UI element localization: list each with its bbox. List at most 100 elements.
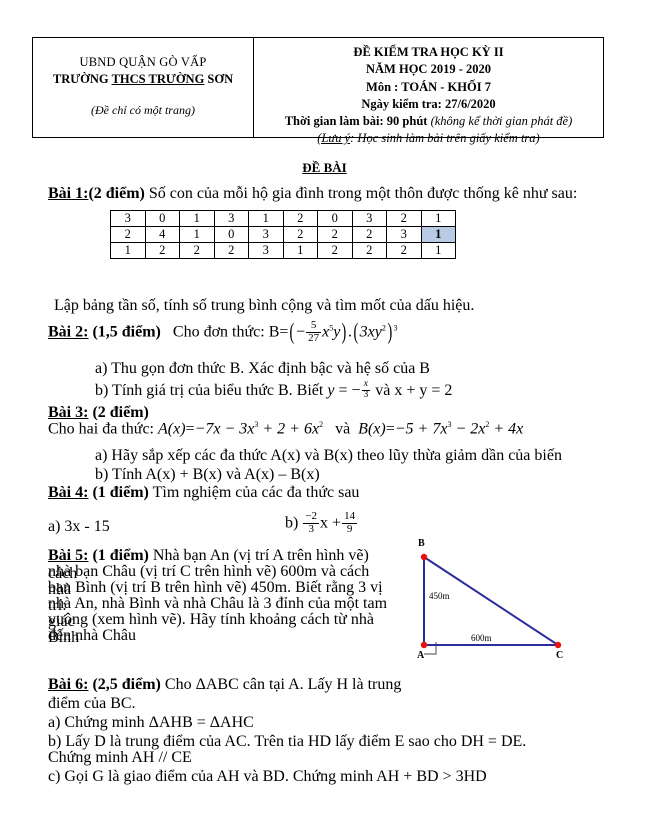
exam-header-box: UBND QUẬN GÒ VẤP TRƯỜNG THCS TRƯỜNG SƠN …	[32, 37, 604, 145]
header-school-underlined: THCS TRƯỜNG	[111, 71, 205, 86]
problem-4-b-label: b)	[285, 514, 299, 532]
problem-1-label-text: Bài 1:	[48, 185, 89, 202]
problem-4-text: Tìm nghiệm của các đa thức sau	[152, 484, 360, 501]
problem-6-part-a: a) Chứng minh ΔAHB = ΔAHC	[48, 714, 254, 731]
table-cell: 2	[213, 242, 249, 259]
right-paren: )	[341, 319, 347, 344]
problem-4-b-fraction-1: −2 3	[303, 510, 320, 536]
header-school-name: TRƯỜNG THCS TRƯỜNG SƠN	[33, 71, 253, 88]
problem-2-minus: −	[296, 323, 306, 341]
problem-3-intro: Cho hai đa thức:	[48, 420, 154, 438]
header-subject-grade: Môn : TOÁN - KHỐI 7	[366, 79, 491, 94]
table-cell: 1	[179, 210, 215, 227]
problem-6-part-b-cont: Chứng minh AH // CE	[48, 749, 192, 766]
table-cell-selected[interactable]: 1	[420, 226, 456, 243]
right-paren-2: )	[387, 319, 393, 344]
left-paren-2: (	[353, 319, 359, 344]
factor-term: 3xy	[359, 323, 382, 341]
table-cell: 2	[386, 242, 422, 259]
problem-2-intro: Cho đơn thức: B	[172, 323, 280, 341]
table-cell: 1	[179, 226, 215, 243]
table-cell: 2	[386, 210, 422, 227]
table-cell: 2	[282, 210, 318, 227]
table-cell: 0	[144, 210, 180, 227]
problem-6-line-2: điểm của BC.	[48, 695, 136, 712]
polynomial-a-name: A	[157, 420, 168, 438]
header-school-pre: TRƯỜNG	[52, 71, 109, 86]
problem-3-part-a: a) Hãy sắp xếp các đa thức A(x) và B(x) …	[95, 447, 562, 464]
polynomial-a-exp-2: 2	[319, 420, 324, 429]
problem-6-line-1: Cho ΔABC cân tại A. Lấy H là trung	[164, 676, 402, 693]
triangle-svg	[420, 553, 562, 655]
header-duration-line: Thời gian làm bài: 90 phút (không kể thờ…	[254, 113, 603, 130]
problem-6-part-c: c) Gọi G là giao điểm của AH và BD. Chứn…	[48, 768, 487, 785]
left-paren: (	[289, 319, 295, 344]
header-notice-line: (Lưu ý: Học sinh làm bài trên giấy kiểm …	[254, 130, 603, 147]
problem-2-part-a: a) Thu gọn đơn thức B. Xác định bậc và h…	[95, 360, 430, 377]
problem-1-points: (2 điểm)	[88, 185, 145, 202]
problem-4-label: Bài 4: (1 điểm)	[48, 484, 149, 501]
polynomial-b-name: B	[358, 420, 368, 438]
problem-2-points: (1,5 điểm)	[92, 323, 161, 341]
problem-2-label: Bài 2: (1,5 điểm)	[48, 324, 161, 341]
table-cell: 1	[420, 210, 456, 227]
table-cell: 3	[351, 210, 387, 227]
factor-exponent: 2	[381, 323, 386, 333]
polynomial-a-arg: (x)	[167, 420, 186, 438]
problem-1-text: Số con của mỗi hộ gia đình trong một thô…	[148, 185, 578, 202]
problem-3-label: Bài 3: (2 điểm)	[48, 404, 149, 421]
table-cell: 2	[351, 226, 387, 243]
problem-4-prompt: Bài 4: (1 điểm) Tìm nghiệm của các đa th…	[48, 484, 628, 502]
table-cell: 1	[420, 242, 456, 259]
vertex-label-b: B	[418, 538, 425, 549]
page-title: ĐỀ BÀI	[0, 160, 649, 176]
problem-2-b-equals: =	[338, 382, 348, 400]
frequency-table-body: 3 0 1 3 1 2 0 3 2 1 2 4 1 0 3 2 2 2 3 1 …	[110, 210, 456, 259]
table-row: 3 0 1 3 1 2 0 3 2 1	[110, 210, 456, 227]
fraction-numerator: x	[363, 379, 368, 389]
fraction-numerator: 14	[344, 510, 356, 522]
header-school-year: NĂM HỌC 2019 - 2020	[366, 62, 491, 77]
page-title-text: ĐỀ BÀI	[302, 160, 347, 175]
table-cell: 0	[317, 210, 353, 227]
fraction-denominator: 3	[361, 389, 371, 400]
table-cell: 2	[317, 242, 353, 259]
table-cell: 3	[386, 226, 422, 243]
problem-3-part-b: b) Tính A(x) + B(x) và A(x) – B(x)	[95, 466, 320, 483]
polynomial-b-arg: (x)	[367, 420, 386, 438]
polynomial-b-equals: =	[385, 420, 395, 438]
problem-1-prompt: Bài 1:(2 điểm) Số con của mỗi hộ gia đìn…	[48, 185, 628, 203]
problem-4-b-fraction-2: 14 9	[342, 510, 358, 536]
header-duration: Thời gian làm bài: 90 phút	[284, 114, 428, 128]
table-cell: 1	[248, 210, 284, 227]
table-cell: 3	[110, 210, 146, 227]
problem-4-part-a: a) 3x - 15	[48, 518, 110, 535]
problem-4-label-text: Bài 4:	[48, 484, 89, 501]
length-label-ac: 600m	[471, 633, 492, 643]
vertex-label-c: C	[556, 650, 564, 661]
table-cell: 2	[179, 242, 215, 259]
problem-1-followup: Lập bảng tần số, tính số trung bình cộng…	[54, 297, 475, 314]
polynomial-a-equals: =	[185, 420, 195, 438]
coefficient-fraction: 5 27	[306, 319, 322, 344]
table-cell: 2	[110, 226, 146, 243]
problem-2-part-b: b) Tính giá trị của biểu thức B. Biết y …	[95, 379, 649, 402]
problem-2-b-text: b) Tính giá trị của biểu thức B. Biết	[95, 382, 328, 400]
polynomial-b-expr-3: + 4x	[489, 420, 524, 438]
polynomial-b-expr-1: −5 + 7x	[394, 420, 448, 438]
factor-power: 3	[393, 323, 398, 333]
fraction-numerator: −2	[305, 510, 318, 522]
table-cell: 0	[213, 226, 249, 243]
header-exam-title: ĐỀ KIỂM TRA HỌC KỲ II	[353, 45, 504, 59]
problem-5-label-text: Bài 5:	[48, 547, 89, 564]
side-bc	[423, 556, 559, 646]
table-cell: 3	[213, 210, 249, 227]
fraction-denominator: 3	[303, 522, 320, 536]
header-notice-prefix: (Lưu ý	[317, 131, 351, 146]
problem-2-equals: =	[279, 323, 289, 341]
problem-5-line-6: đến nhà Châu	[48, 627, 136, 644]
table-row: 2 4 1 0 3 2 2 2 3 1	[110, 226, 456, 243]
problem-2-b-var-y: y	[327, 382, 335, 400]
fraction-denominator: 9	[342, 522, 358, 536]
problem-2-b-minus: −	[351, 382, 361, 400]
